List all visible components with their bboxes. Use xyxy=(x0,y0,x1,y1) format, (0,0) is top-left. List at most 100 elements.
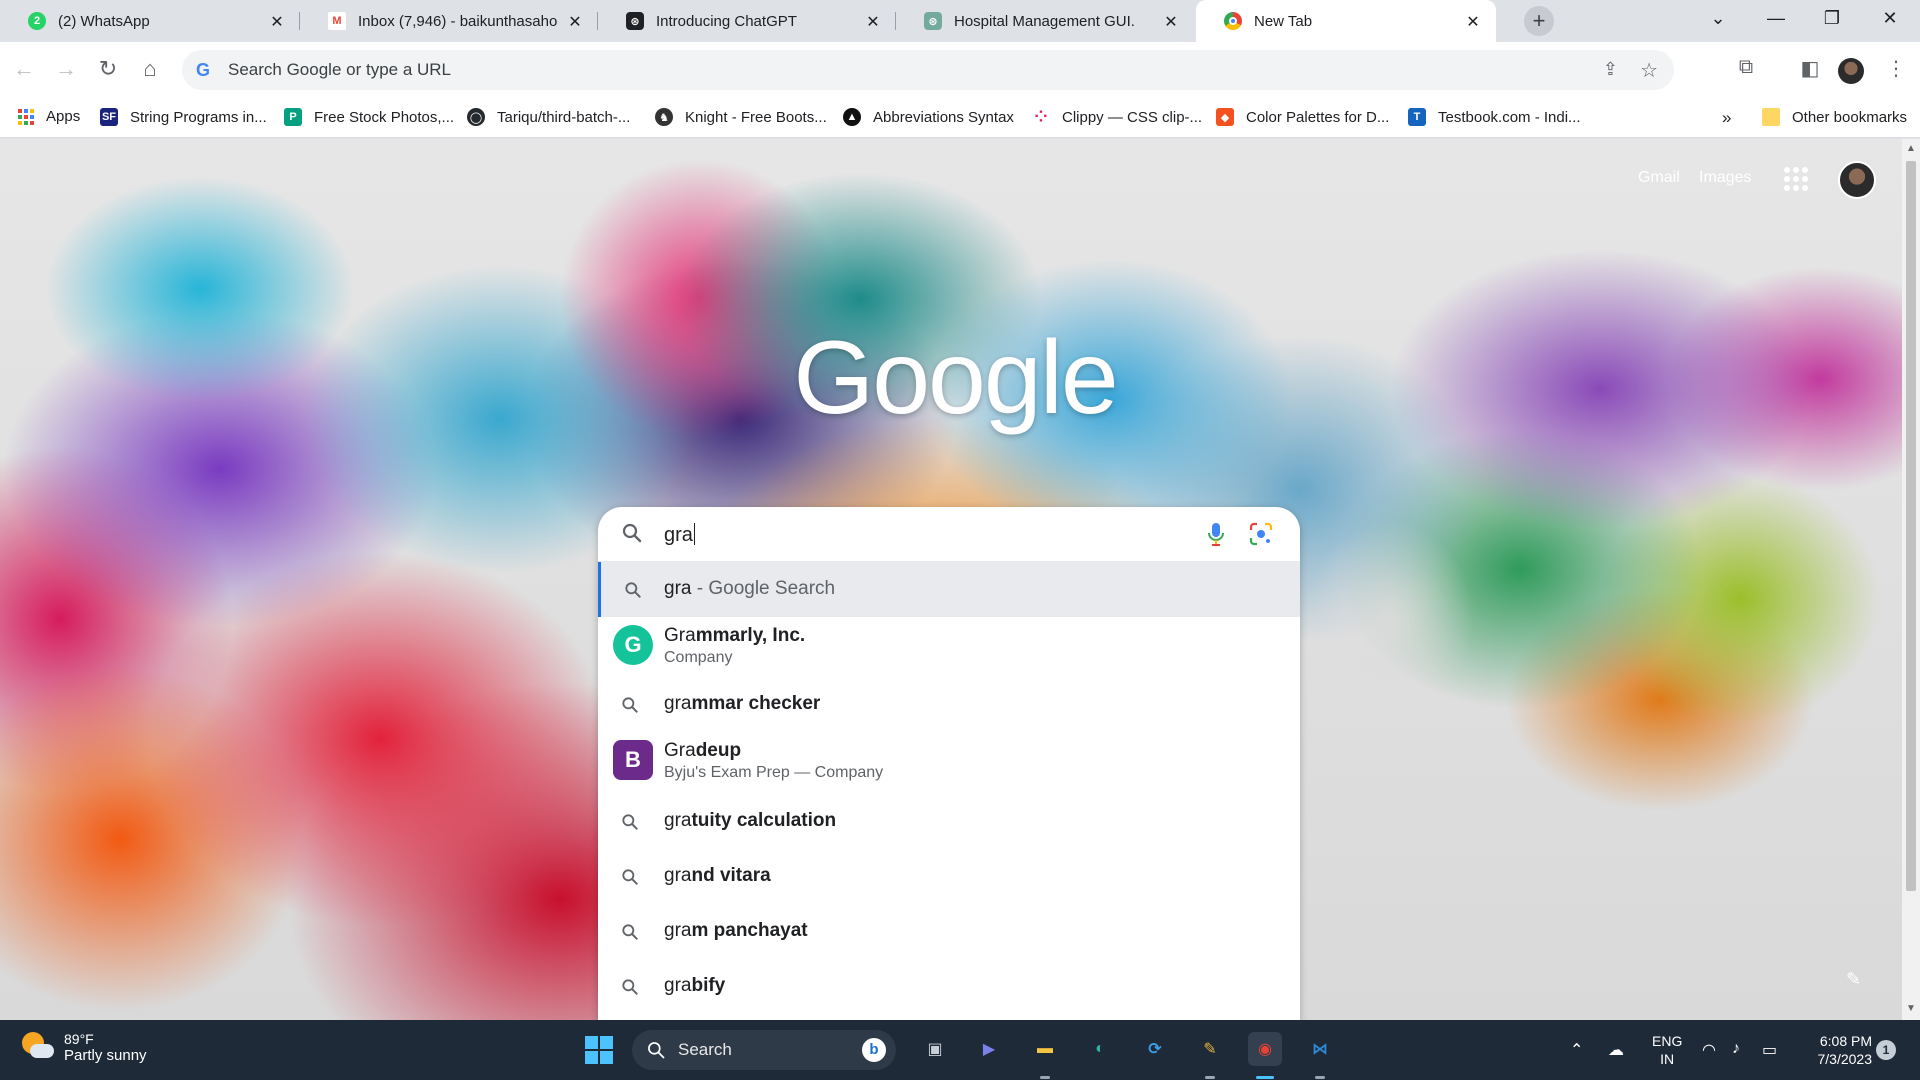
search-box: gra gra - Google Search G Grammarly, Inc… xyxy=(598,507,1300,1020)
close-tab-icon[interactable]: ✕ xyxy=(1464,12,1482,32)
close-tab-icon[interactable]: ✕ xyxy=(268,12,286,32)
scroll-down-icon[interactable]: ▼ xyxy=(1905,1003,1917,1014)
bookmark-label: Clippy — CSS clip-... xyxy=(1062,108,1203,126)
suggestion-item[interactable]: gram panchayat xyxy=(598,904,1300,959)
bookmark-clippy[interactable]: ⁘ Clippy — CSS clip-... xyxy=(1032,108,1203,127)
windows-start-icon[interactable] xyxy=(585,1036,613,1064)
volume-icon[interactable]: ♪ xyxy=(1732,1040,1740,1058)
home-icon[interactable]: ⌂ xyxy=(136,56,164,82)
onedrive-cloud-icon[interactable]: ☁ xyxy=(1608,1040,1624,1060)
tab-chatgpt-intro[interactable]: ⊛ Introducing ChatGPT ✕ xyxy=(598,0,896,42)
suggestion-prefix: gra xyxy=(664,810,692,831)
search-input[interactable]: gra xyxy=(598,507,1300,561)
task-view-icon[interactable]: ▣ xyxy=(918,1032,952,1066)
suggestion-rest: deup xyxy=(695,740,742,761)
bookmark-abbreviations[interactable]: ▲ Abbreviations Syntax xyxy=(843,108,1014,126)
tab-title: New Tab xyxy=(1254,12,1313,30)
windows-taskbar: 89°F Partly sunny Search b ▣ ▶ ▬ ◐ ⟳ ✎ ◉… xyxy=(0,1020,1920,1080)
close-window-icon[interactable]: ✕ xyxy=(1878,8,1902,29)
wifi-icon[interactable]: ◠ xyxy=(1702,1040,1716,1060)
page-scrollbar[interactable]: ▲ ▼ xyxy=(1902,139,1920,1020)
teams-chat-icon[interactable]: ▶ xyxy=(972,1032,1006,1066)
close-tab-icon[interactable]: ✕ xyxy=(566,12,584,32)
file-explorer-icon[interactable]: ▬ xyxy=(1028,1032,1062,1066)
google-apps-icon[interactable] xyxy=(1784,167,1808,191)
menu-kebab-icon[interactable]: ⋮ xyxy=(1882,56,1910,81)
chrome-taskbar-icon[interactable]: ◉ xyxy=(1248,1032,1282,1066)
customize-pencil-icon[interactable]: ✎ xyxy=(1846,969,1861,990)
tab-whatsapp[interactable]: 2 (2) WhatsApp ✕ xyxy=(0,0,300,42)
suggestion-rest: mmarly, Inc. xyxy=(695,625,806,646)
scroll-up-icon[interactable]: ▲ xyxy=(1905,143,1917,154)
suggestion-prefix: Gra xyxy=(664,740,696,761)
suggestion-item[interactable]: gra - Google Search xyxy=(598,562,1300,617)
system-clock[interactable]: 6:08 PM 7/3/2023 xyxy=(1788,1032,1873,1068)
tab-hospital-gui[interactable]: ⊛ Hospital Management GUI. ✕ xyxy=(896,0,1194,42)
suggestion-item[interactable]: grammar checker xyxy=(598,677,1300,732)
back-icon[interactable]: ← xyxy=(10,56,38,82)
bookmark-label: Apps xyxy=(46,108,81,125)
restore-icon[interactable]: ❐ xyxy=(1820,8,1844,29)
suggestion-item[interactable]: gratuity calculation xyxy=(598,794,1300,849)
notepad-icon[interactable]: ✎ xyxy=(1193,1032,1227,1066)
bookmark-label: Color Palettes for D... xyxy=(1246,108,1390,126)
reload-icon[interactable]: ↻ xyxy=(94,56,122,82)
edge-icon[interactable]: ◐ xyxy=(1083,1032,1117,1066)
remote-desktop-icon[interactable]: ⟳ xyxy=(1138,1032,1172,1066)
microphone-icon[interactable] xyxy=(1204,521,1228,547)
side-panel-icon[interactable]: ◧ xyxy=(1796,56,1824,81)
show-hidden-icons-chevron[interactable]: ⌃ xyxy=(1570,1040,1583,1060)
notification-badge[interactable]: 1 xyxy=(1876,1040,1896,1060)
images-link[interactable]: Images xyxy=(1699,169,1751,187)
other-bookmarks[interactable]: Other bookmarks xyxy=(1762,108,1907,126)
tab-gmail[interactable]: M Inbox (7,946) - baikunthasahoo ✕ xyxy=(300,0,598,42)
tab-title: Inbox (7,946) - baikunthasahoo xyxy=(358,12,558,30)
suggestion-item[interactable]: G Grammarly, Inc. Company xyxy=(598,617,1300,677)
google-lens-icon[interactable] xyxy=(1248,521,1274,547)
close-tab-icon[interactable]: ✕ xyxy=(1162,12,1180,32)
language-indicator[interactable]: ENG IN xyxy=(1652,1032,1682,1068)
bookmark-testbook[interactable]: T Testbook.com - Indi... xyxy=(1408,108,1581,126)
bookmark-tariqu[interactable]: ◯ Tariqu/third-batch-... xyxy=(467,108,630,126)
bookmark-string-programs[interactable]: SF String Programs in... xyxy=(100,108,267,126)
grammarly-icon: G xyxy=(613,625,653,665)
taskbar-search[interactable]: Search b xyxy=(632,1030,896,1070)
close-tab-icon[interactable]: ✕ xyxy=(864,12,882,32)
scrollbar-thumb[interactable] xyxy=(1906,161,1916,891)
other-bookmarks-label: Other bookmarks xyxy=(1792,108,1908,126)
address-bar[interactable]: G Search Google or type a URL ⇪ ☆ xyxy=(182,50,1674,90)
forward-icon[interactable]: → xyxy=(52,56,80,82)
search-icon xyxy=(622,697,638,713)
bookmark-star-icon[interactable]: ☆ xyxy=(1640,58,1658,83)
suggestion-prefix: gra xyxy=(664,693,692,714)
minimize-icon[interactable]: — xyxy=(1764,8,1788,29)
github-icon: ◯ xyxy=(467,108,485,126)
bookmark-apps[interactable]: Apps xyxy=(18,108,80,125)
battery-icon[interactable]: ▭ xyxy=(1762,1040,1777,1060)
bookmark-free-stock-photos[interactable]: P Free Stock Photos,... xyxy=(284,108,454,126)
suggestion-rest: - Google Search xyxy=(691,578,836,599)
bookmark-label: Knight - Free Boots... xyxy=(685,108,827,126)
bookmark-label: Tariqu/third-batch-... xyxy=(497,108,631,126)
search-icon xyxy=(622,979,638,995)
suggestion-prefix: gra xyxy=(664,920,692,941)
suggestion-item[interactable]: B Gradeup Byju's Exam Prep — Company xyxy=(598,732,1300,794)
suggestion-item[interactable]: grabify xyxy=(598,959,1300,1014)
tab-new-tab[interactable]: New Tab ✕ xyxy=(1196,0,1496,42)
suggestion-item[interactable]: grand vitara xyxy=(598,849,1300,904)
bookmarks-overflow-button[interactable]: » xyxy=(1722,108,1731,128)
extensions-icon[interactable]: ⧉ xyxy=(1732,56,1760,79)
gmail-link[interactable]: Gmail xyxy=(1638,169,1680,187)
account-avatar[interactable] xyxy=(1838,161,1876,199)
tab-search-chevron-icon[interactable]: ⌄ xyxy=(1706,8,1730,29)
vscode-icon[interactable]: ⋈ xyxy=(1303,1032,1337,1066)
profile-avatar[interactable] xyxy=(1838,58,1864,84)
weather-temp: 89°F xyxy=(64,1030,94,1047)
weather-widget[interactable]: 89°F Partly sunny xyxy=(20,1030,147,1064)
bookmark-color-palettes[interactable]: ◆ Color Palettes for D... xyxy=(1216,108,1389,126)
suggestion-prefix: Gra xyxy=(664,625,696,646)
new-tab-button[interactable]: + xyxy=(1524,6,1554,36)
share-icon[interactable]: ⇪ xyxy=(1603,59,1618,80)
search-icon xyxy=(622,523,642,543)
bookmark-knight[interactable]: ♞ Knight - Free Boots... xyxy=(655,108,827,126)
